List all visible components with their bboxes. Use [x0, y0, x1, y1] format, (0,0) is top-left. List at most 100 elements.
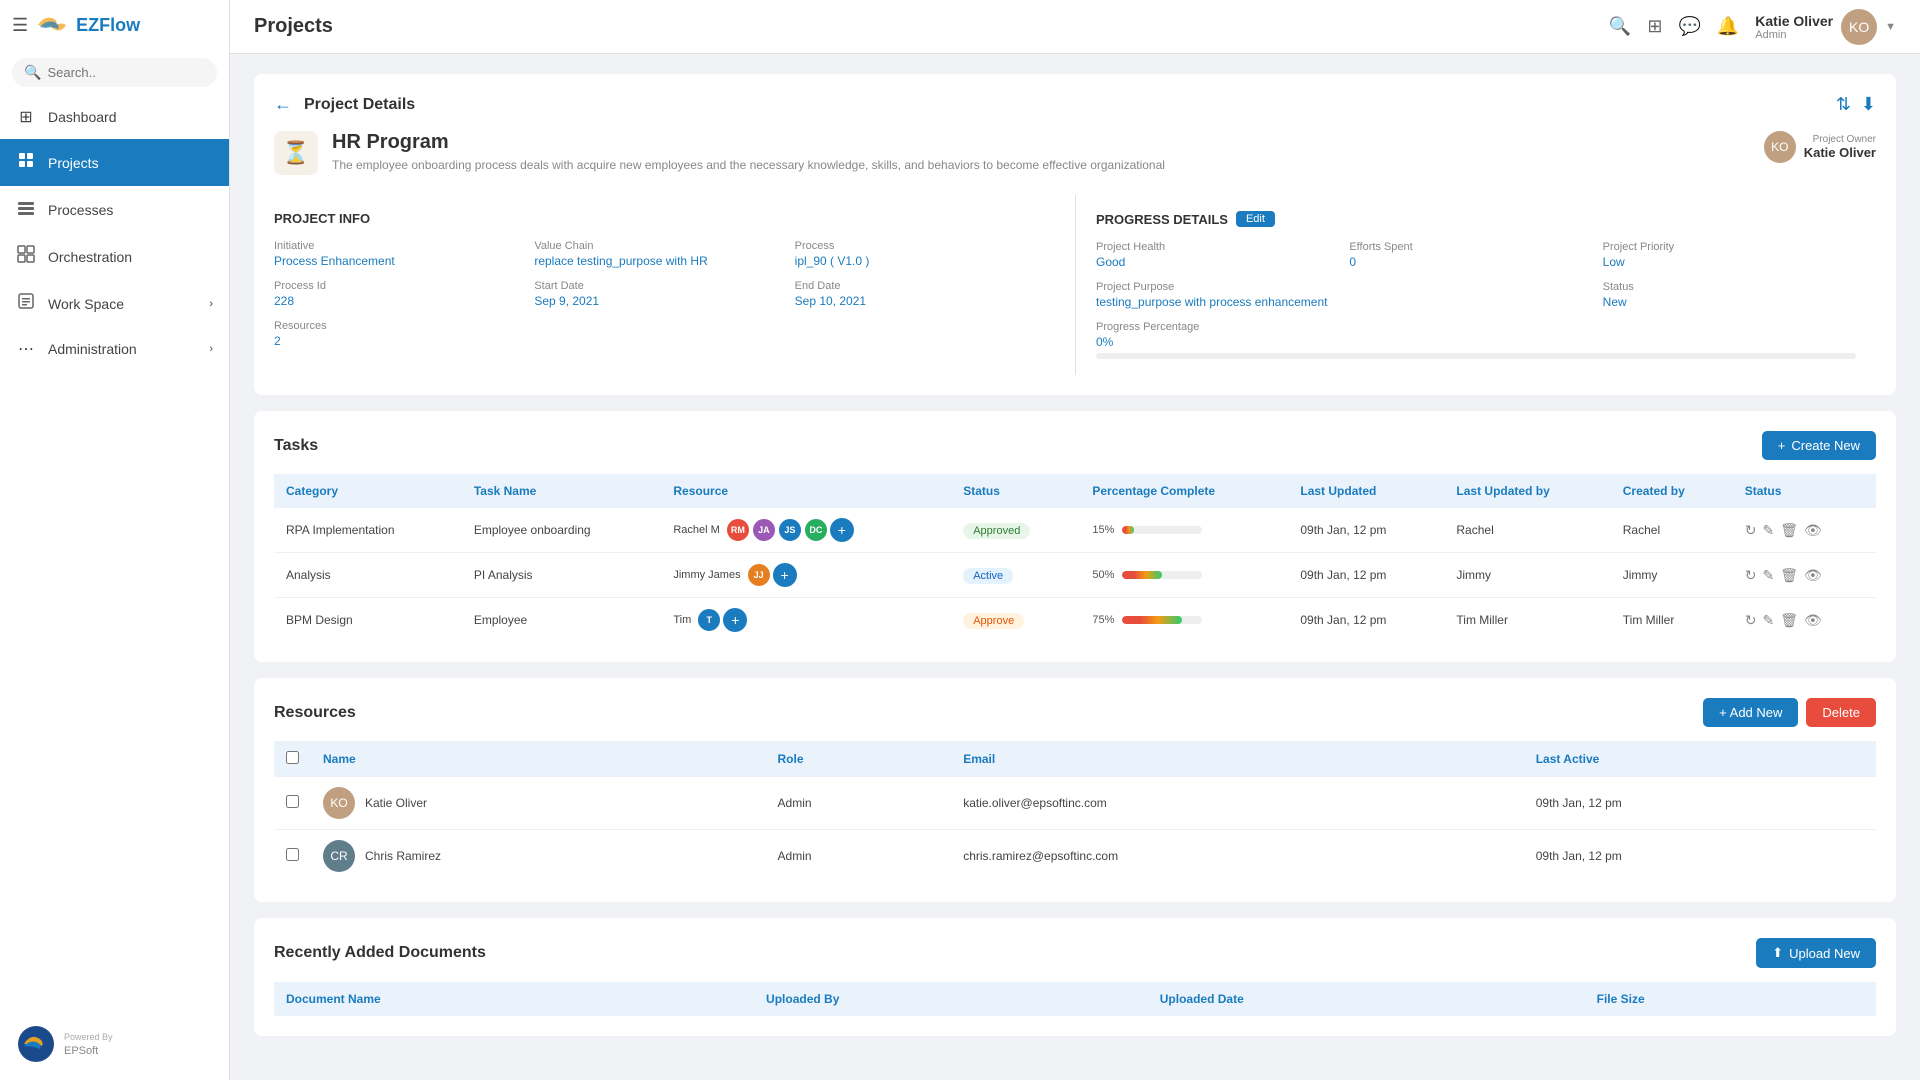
create-new-task-button[interactable]: + Create New: [1762, 431, 1876, 460]
resource-email: katie.oliver@epsoftinc.com: [951, 777, 1524, 830]
user-dropdown-icon[interactable]: ▼: [1885, 21, 1896, 33]
upload-new-button[interactable]: ⬆ Upload New: [1756, 938, 1876, 968]
resource-name-cell: KO Katie Oliver: [311, 777, 766, 830]
chat-icon[interactable]: 💬: [1678, 16, 1700, 37]
page-title: Projects: [254, 15, 333, 38]
resource-avatar: KO: [323, 787, 355, 819]
resource-checkbox[interactable]: [286, 795, 299, 808]
task-resource: Tim T +: [661, 598, 951, 643]
sidebar-item-label: Processes: [48, 202, 113, 218]
sidebar-item-label: Projects: [48, 155, 99, 171]
sidebar-item-workspace[interactable]: Work Space ›: [0, 280, 229, 327]
sort-icon[interactable]: ⇅: [1836, 94, 1851, 115]
resource-role: Admin: [766, 830, 952, 883]
edit-icon[interactable]: ✎: [1762, 522, 1774, 539]
mini-progress-bar: [1122, 571, 1202, 579]
task-category: BPM Design: [274, 598, 462, 643]
topbar: Projects 🔍 ⊞ 💬 🔔 Katie Oliver Admin KO ▼: [230, 0, 1920, 54]
view-icon[interactable]: 👁: [1804, 522, 1822, 539]
search-input[interactable]: [47, 65, 205, 80]
resource-email: chris.ramirez@epsoftinc.com: [951, 830, 1524, 883]
task-last-updated-by: Tim Miller: [1444, 598, 1610, 643]
dashboard-icon: ⊞: [16, 107, 36, 127]
progress-info-fields: Project Health Good Efforts Spent 0 Proj…: [1096, 241, 1856, 359]
task-status: Active: [951, 553, 1080, 598]
sidebar-item-processes[interactable]: Processes: [0, 186, 229, 233]
field-status: Status New: [1603, 281, 1856, 309]
field-end-date: End Date Sep 10, 2021: [795, 280, 1055, 308]
resource-avatars: Rachel M RM JA JS DC +: [673, 518, 939, 542]
user-info: Katie Oliver Admin KO ▼: [1755, 9, 1896, 45]
field-start-date: Start Date Sep 9, 2021: [534, 280, 794, 308]
col-last-updated-by: Last Updated by: [1444, 474, 1610, 508]
sidebar-nav: ⊞ Dashboard Projects Processes Orchestra…: [0, 95, 229, 371]
edit-button[interactable]: Edit: [1236, 211, 1275, 227]
project-description: The employee onboarding process deals wi…: [332, 158, 1750, 172]
avatar-jj: JJ: [747, 563, 771, 587]
orchestration-icon: [16, 245, 36, 268]
add-new-resource-button[interactable]: + Add New: [1703, 698, 1798, 727]
field-resources: Resources 2: [274, 320, 534, 348]
sidebar-item-label: Dashboard: [48, 109, 117, 125]
table-row: BPM Design Employee Tim T + Approve: [274, 598, 1876, 643]
edit-icon[interactable]: ✎: [1762, 567, 1774, 584]
user-avatar[interactable]: KO: [1841, 9, 1877, 45]
sync-icon[interactable]: ↻: [1745, 612, 1757, 629]
card-header: ← Project Details ⇅ ⬇: [274, 94, 1876, 115]
delete-resource-button[interactable]: Delete: [1806, 698, 1876, 727]
resource-name: KO Katie Oliver: [323, 787, 754, 819]
download-icon[interactable]: ⬇: [1861, 94, 1876, 115]
select-all-checkbox[interactable]: [286, 751, 299, 764]
sync-icon[interactable]: ↻: [1745, 522, 1757, 539]
sidebar-item-dashboard[interactable]: ⊞ Dashboard: [0, 95, 229, 139]
sidebar-item-administration[interactable]: ⋯ Administration ›: [0, 327, 229, 371]
resource-checkbox[interactable]: [286, 848, 299, 861]
documents-table-header: Document Name Uploaded By Uploaded Date …: [274, 982, 1876, 1016]
card-actions: ⇅ ⬇: [1836, 94, 1876, 115]
mini-bar-fill: [1122, 616, 1182, 624]
delete-icon[interactable]: 🗑: [1780, 522, 1798, 539]
logo-text: EZFlow: [76, 15, 140, 36]
notification-icon[interactable]: 🔔: [1717, 16, 1739, 37]
field-initiative: Initiative Process Enhancement: [274, 240, 534, 268]
tasks-table-header: Category Task Name Resource Status Perce…: [274, 474, 1876, 508]
owner-avatar: KO: [1764, 131, 1796, 163]
hamburger-icon[interactable]: ☰: [12, 15, 28, 36]
project-owner: KO Project Owner Katie Oliver: [1764, 131, 1876, 163]
view-icon[interactable]: 👁: [1804, 567, 1822, 584]
col-doc-name: Document Name: [274, 982, 754, 1016]
edit-icon[interactable]: ✎: [1762, 612, 1774, 629]
tasks-table: Category Task Name Resource Status Perce…: [274, 474, 1876, 642]
col-percentage: Percentage Complete: [1080, 474, 1288, 508]
user-initials: KO: [1849, 19, 1869, 35]
add-resource-button[interactable]: +: [723, 608, 747, 632]
field-process-id: Process Id 228: [274, 280, 534, 308]
avatar-rm: RM: [726, 518, 750, 542]
search-icon[interactable]: 🔍: [1609, 16, 1631, 37]
field-project-purpose: Project Purpose testing_purpose with pro…: [1096, 281, 1603, 309]
field-value-chain: Value Chain replace testing_purpose with…: [534, 240, 794, 268]
col-checkbox: [274, 741, 311, 777]
task-name: Employee: [462, 598, 662, 643]
resource-last-active: 09th Jan, 12 pm: [1524, 830, 1876, 883]
view-icon[interactable]: 👁: [1804, 612, 1822, 629]
sidebar-item-projects[interactable]: Projects: [0, 139, 229, 186]
sidebar-item-orchestration[interactable]: Orchestration: [0, 233, 229, 280]
add-resource-button[interactable]: +: [830, 518, 854, 542]
resource-avatars: Tim T +: [673, 608, 939, 632]
sync-icon[interactable]: ↻: [1745, 567, 1757, 584]
back-button[interactable]: ←: [274, 94, 292, 115]
col-status: Status: [951, 474, 1080, 508]
row-actions: ↻ ✎ 🗑 👁: [1745, 522, 1864, 539]
mini-progress-bar: [1122, 526, 1202, 534]
delete-icon[interactable]: 🗑: [1780, 612, 1798, 629]
add-icon[interactable]: ⊞: [1647, 16, 1662, 37]
add-resource-button[interactable]: +: [773, 563, 797, 587]
epsoft-icon: [16, 1024, 56, 1064]
administration-chevron-icon: ›: [209, 343, 213, 355]
delete-icon[interactable]: 🗑: [1780, 567, 1798, 584]
task-percentage: 15%: [1080, 508, 1288, 553]
sidebar-item-label: Orchestration: [48, 249, 132, 265]
search-box[interactable]: 🔍: [12, 58, 217, 87]
status-badge: Approved: [963, 523, 1030, 539]
